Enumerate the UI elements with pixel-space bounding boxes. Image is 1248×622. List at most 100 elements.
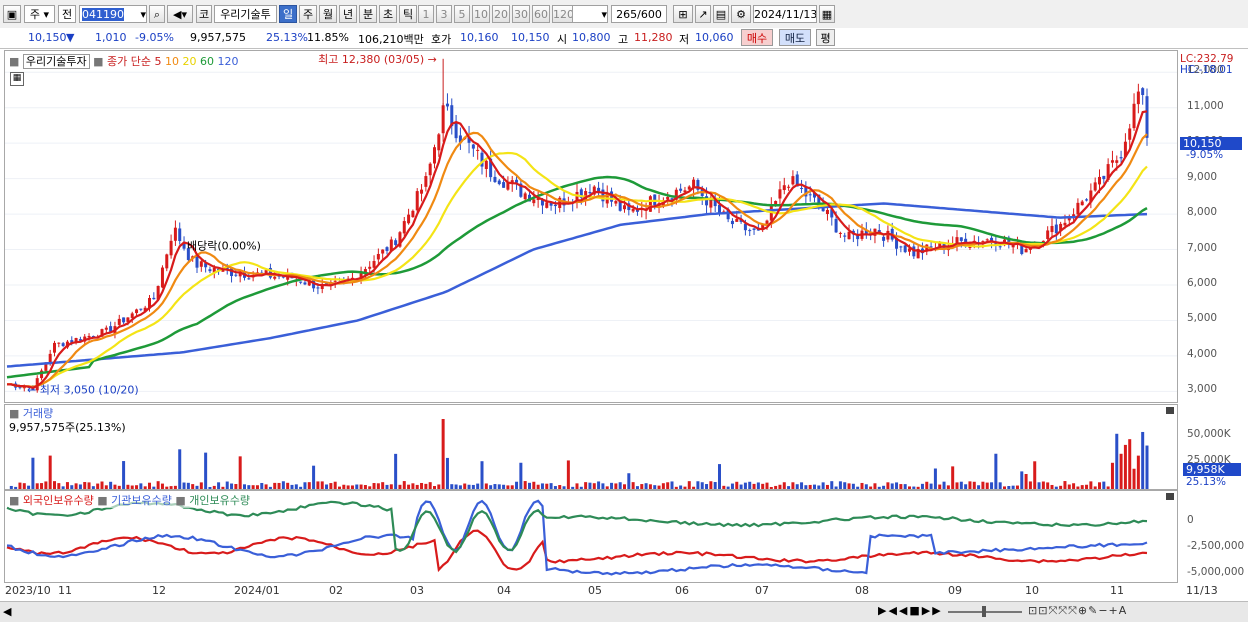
ma20-label: 20: [182, 55, 197, 68]
sell-button[interactable]: 매도: [779, 29, 811, 46]
volume-chart[interactable]: [5, 405, 1177, 489]
volume-bar: [864, 484, 868, 489]
panel-close-icon[interactable]: [1166, 407, 1174, 414]
interval-button-10[interactable]: 10: [472, 5, 490, 23]
cross-icon[interactable]: ⤧: [1048, 604, 1058, 617]
view-icon[interactable]: ⊡: [1028, 604, 1038, 617]
volume-bar: [761, 483, 765, 489]
volume-bar: [212, 485, 216, 489]
candle-body: [787, 186, 791, 188]
volume-bar: [977, 485, 981, 489]
settings-gear-icon[interactable]: ⚙: [731, 5, 751, 23]
volume-bar: [221, 486, 225, 489]
zoom-slider-handle[interactable]: [982, 606, 986, 617]
interval-button-60[interactable]: 60: [532, 5, 550, 23]
draw-pen-icon[interactable]: ✎: [1088, 604, 1098, 617]
volume-bar: [813, 484, 816, 489]
turnover-pct: 25.13%: [266, 31, 308, 44]
view2-icon[interactable]: ⊡: [1038, 604, 1048, 617]
foreign-legend: 외국인보유수량: [22, 494, 94, 507]
rewind-icon[interactable]: ◀◀: [888, 604, 909, 617]
plus-icon[interactable]: +: [1109, 604, 1119, 617]
candle-body: [553, 204, 557, 207]
stock-name-label[interactable]: 우리기술투자: [22, 54, 90, 69]
market-button[interactable]: 코: [196, 5, 212, 23]
search-icon[interactable]: ⌕: [149, 5, 165, 23]
candle-body: [87, 335, 91, 338]
volume-bar: [312, 465, 316, 489]
panel-close-icon[interactable]: [1166, 493, 1174, 500]
volume-bar: [968, 481, 972, 489]
interval-button-3[interactable]: 3: [436, 5, 452, 23]
period-button-2[interactable]: 월: [319, 5, 337, 23]
candle-body: [882, 236, 886, 241]
stock-code-input[interactable]: 041190 ▾: [79, 5, 147, 23]
period-button-3[interactable]: 년: [339, 5, 357, 23]
stock-name-field[interactable]: 우리기술투: [214, 5, 277, 23]
eval-button[interactable]: 평: [816, 29, 835, 46]
crosshair-icon[interactable]: ⤧: [1068, 604, 1078, 617]
candle-body: [428, 163, 432, 176]
date-field[interactable]: 2024/11/13: [753, 5, 817, 23]
interval-button-20[interactable]: 20: [492, 5, 510, 23]
legend-dot-icon: ■: [175, 494, 186, 507]
forward-icon[interactable]: ▶▶: [922, 604, 943, 617]
stop-icon[interactable]: ■: [909, 604, 921, 617]
table-toggle-icon[interactable]: ▦: [10, 72, 24, 86]
window-menu-icon[interactable]: ▣: [3, 5, 21, 23]
draw-tool-icon[interactable]: ↗: [695, 5, 711, 23]
candle-body: [476, 149, 480, 151]
volume-bar: [825, 484, 829, 489]
zoom-controls: ⊡⊡⤧⤧⤧⊕✎−+A: [1028, 604, 1127, 618]
volume-bar: [959, 481, 963, 489]
x-axis-label: 07: [755, 584, 769, 597]
volume-bar: [1076, 486, 1080, 489]
cross2-icon[interactable]: ⤧: [1058, 604, 1068, 617]
save-icon[interactable]: ▤: [713, 5, 729, 23]
chart-scrollbar[interactable]: ◀ ▶◀◀■▶▶ ⊡⊡⤧⤧⤧⊕✎−+A: [0, 601, 1248, 622]
period-button-1[interactable]: 주: [299, 5, 317, 23]
calendar-icon[interactable]: ▦: [819, 5, 835, 23]
candle-body: [834, 218, 838, 233]
magnify-icon[interactable]: ⊕: [1078, 604, 1088, 617]
interval-button-5[interactable]: 5: [454, 5, 470, 23]
data-count-field[interactable]: 265/600: [611, 5, 667, 23]
volume-bar: [601, 483, 605, 489]
period-button-4[interactable]: 분: [359, 5, 377, 23]
volume-bar: [389, 484, 393, 489]
interval-button-120[interactable]: 120: [552, 5, 574, 23]
period-button-0[interactable]: 일: [279, 5, 297, 23]
interval-custom-select[interactable]: ▾: [572, 5, 608, 23]
volume-bar: [1106, 486, 1110, 489]
type-select-value: 주: [29, 8, 41, 21]
volume-bar: [329, 483, 333, 489]
volume-bar: [588, 482, 592, 489]
interval-button-1[interactable]: 1: [418, 5, 434, 23]
volume-bar: [994, 453, 998, 489]
sound-icon[interactable]: ◀▾: [167, 5, 193, 23]
candle-body: [333, 280, 337, 282]
candle-body: [424, 176, 428, 187]
minus-icon[interactable]: −: [1098, 604, 1108, 617]
period-button-5[interactable]: 초: [379, 5, 397, 23]
type-select[interactable]: 주 ▾: [24, 5, 55, 23]
play-icon[interactable]: ▶: [878, 604, 888, 617]
quote-bar: 10,150 ▼ 1,010 -9.05% 9,957,575 25.13% 1…: [0, 28, 1248, 49]
volume-bar: [895, 482, 899, 489]
volume-bar: [523, 481, 527, 489]
type2-select[interactable]: 전: [58, 5, 76, 23]
legend-dot-icon: ■: [93, 55, 104, 68]
volume-bar: [173, 485, 177, 489]
period-button-6[interactable]: 틱: [399, 5, 417, 23]
volume-bar: [420, 482, 424, 489]
price-chart[interactable]: 최고 12,380 (03/05) → ← 최저 3,050 (10/20) 배당락…: [5, 51, 1177, 402]
candle-body: [1050, 226, 1054, 233]
buy-button[interactable]: 매수: [741, 29, 773, 46]
font-icon[interactable]: A: [1119, 604, 1128, 617]
candle-body: [437, 134, 441, 151]
volume-bar: [951, 466, 955, 489]
chart-tool-icon[interactable]: ⊞: [673, 5, 693, 23]
interval-button-30[interactable]: 30: [512, 5, 530, 23]
scroll-left-icon[interactable]: ◀: [3, 605, 11, 618]
volume-bar: [1015, 485, 1019, 489]
